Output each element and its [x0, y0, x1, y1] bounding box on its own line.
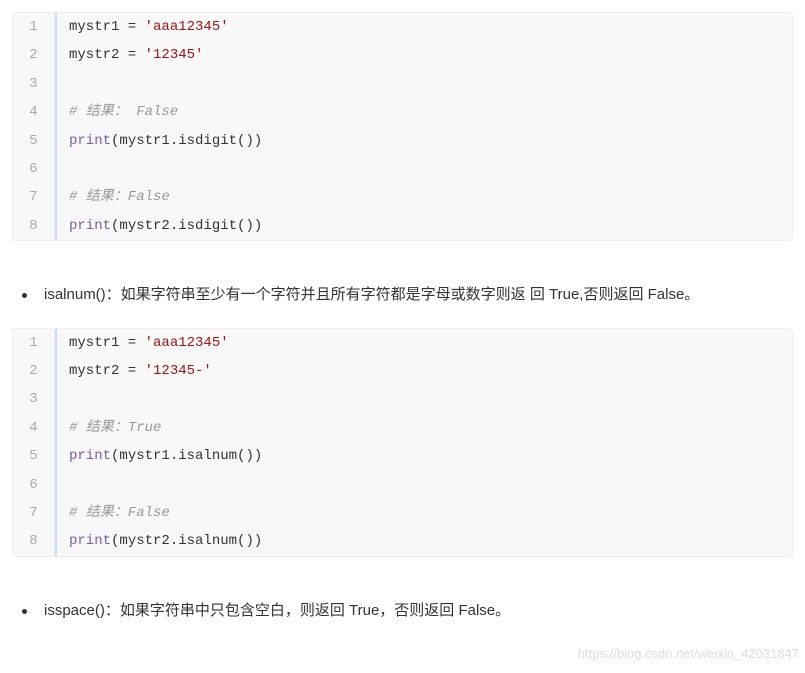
code-line: # 结果：False [55, 499, 792, 527]
code-line: mystr2 = '12345' [55, 41, 792, 69]
code-block-isalnum: 1mystr1 = 'aaa12345'2mystr2 = '12345-'34… [12, 328, 793, 557]
code-row: 1mystr1 = 'aaa12345' [13, 329, 792, 357]
token-str: '12345-' [145, 363, 212, 379]
token-fn: print [69, 218, 111, 234]
token-str: '12345' [145, 47, 204, 63]
bullet-list-1: isalnum()：如果字符串至少有一个字符并且所有字符都是字母或数字则返 回 … [12, 281, 793, 310]
code-block-isdigit: 1mystr1 = 'aaa12345'2mystr2 = '12345'34 #… [12, 12, 793, 241]
code-line: print(mystr2.isdigit()) [55, 212, 792, 240]
line-number: 3 [13, 385, 55, 413]
line-number: 2 [13, 41, 55, 69]
code-row: 7 # 结果：False [13, 499, 792, 527]
line-number: 6 [13, 471, 55, 499]
code-row: 4 # 结果： False [13, 98, 792, 126]
code-row: 1mystr1 = 'aaa12345' [13, 13, 792, 41]
token-com: # 结果：False [69, 505, 170, 521]
code-row: 2mystr2 = '12345-' [13, 357, 792, 385]
line-number: 2 [13, 357, 55, 385]
code-line: mystr2 = '12345-' [55, 357, 792, 385]
code-line [55, 155, 792, 183]
code-line: mystr1 = 'aaa12345' [55, 329, 792, 357]
code-row: 3 [13, 385, 792, 413]
code-row: 6 [13, 471, 792, 499]
code-row: 8print(mystr2.isdigit()) [13, 212, 792, 240]
code-row: 2mystr2 = '12345' [13, 41, 792, 69]
line-number: 1 [13, 329, 55, 357]
token-fn: print [69, 448, 111, 464]
token-fn: print [69, 133, 111, 149]
line-number: 7 [13, 499, 55, 527]
line-number: 4 [13, 414, 55, 442]
code-row: 4 # 结果：True [13, 414, 792, 442]
bullet-isspace: isspace()：如果字符串中只包含空白，则返回 True，否则返回 Fals… [40, 597, 793, 626]
code-line: print(mystr1.isdigit()) [55, 127, 792, 155]
line-number: 7 [13, 183, 55, 211]
watermark: https://blog.csdn.net/weixin_42031847 [578, 644, 799, 665]
line-number: 3 [13, 70, 55, 98]
token-com: # 结果：False [69, 189, 170, 205]
line-number: 8 [13, 527, 55, 555]
code-row: 3 [13, 70, 792, 98]
code-line: print(mystr1.isalnum()) [55, 442, 792, 470]
token-str: 'aaa12345' [145, 335, 229, 351]
code-line: # 结果：False [55, 183, 792, 211]
bullet-list-2: isspace()：如果字符串中只包含空白，则返回 True，否则返回 Fals… [12, 597, 793, 626]
token-fn: print [69, 533, 111, 549]
line-number: 5 [13, 442, 55, 470]
line-number: 1 [13, 13, 55, 41]
token-com: # 结果： False [69, 104, 178, 120]
code-line: mystr1 = 'aaa12345' [55, 13, 792, 41]
code-row: 6 [13, 155, 792, 183]
code-line: # 结果： False [55, 98, 792, 126]
code-row: 5print(mystr1.isalnum()) [13, 442, 792, 470]
code-line: # 结果：True [55, 414, 792, 442]
code-line [55, 471, 792, 499]
line-number: 8 [13, 212, 55, 240]
token-com: # 结果：True [69, 420, 161, 436]
line-number: 6 [13, 155, 55, 183]
bullet-isalnum: isalnum()：如果字符串至少有一个字符并且所有字符都是字母或数字则返 回 … [40, 281, 793, 310]
code-row: 5print(mystr1.isdigit()) [13, 127, 792, 155]
code-line [55, 70, 792, 98]
code-line [55, 385, 792, 413]
code-row: 7 # 结果：False [13, 183, 792, 211]
code-row: 8print(mystr2.isalnum()) [13, 527, 792, 555]
line-number: 4 [13, 98, 55, 126]
token-str: 'aaa12345' [145, 19, 229, 35]
line-number: 5 [13, 127, 55, 155]
code-line: print(mystr2.isalnum()) [55, 527, 792, 555]
